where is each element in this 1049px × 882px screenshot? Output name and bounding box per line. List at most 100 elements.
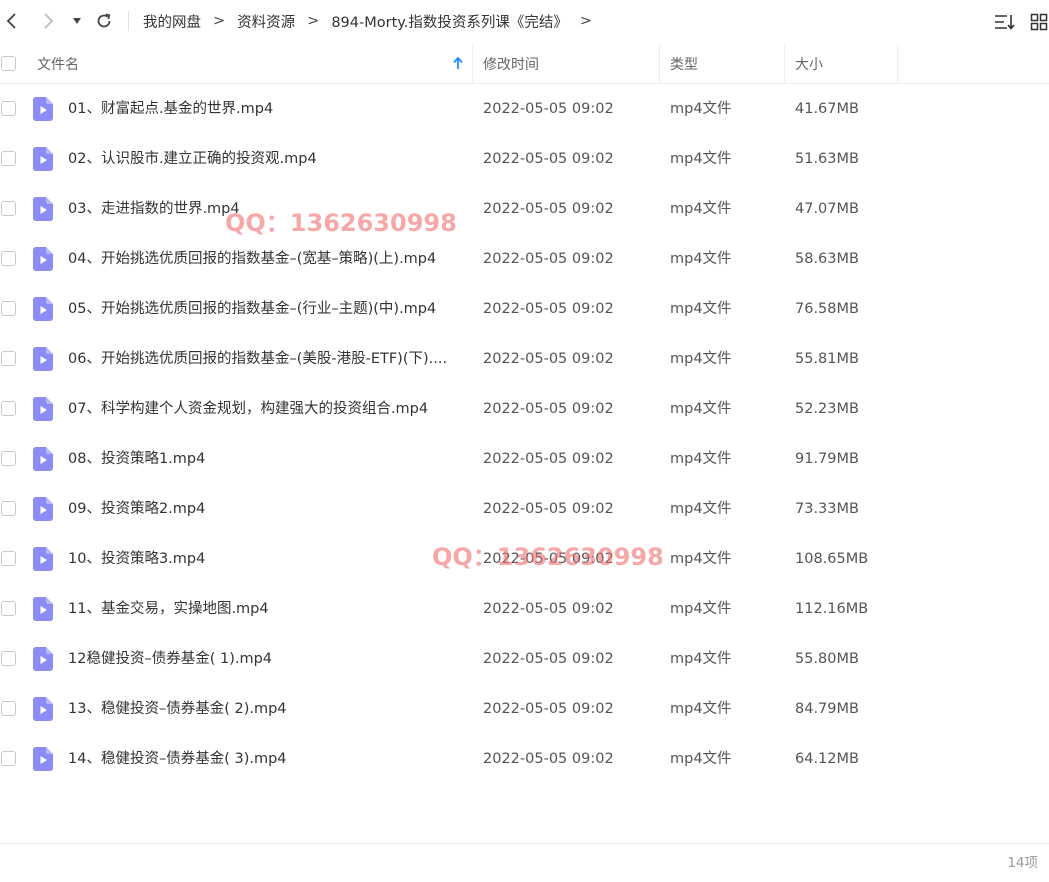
file-type: mp4文件 — [670, 601, 732, 617]
refresh-icon — [97, 13, 111, 28]
chevron-right-icon — [44, 13, 54, 29]
file-name[interactable]: 02、认识股市.建立正确的投资观.mp4 — [68, 134, 317, 184]
breadcrumb-item-my-drive[interactable]: 我的网盘 — [143, 11, 201, 32]
breadcrumb-separator: > — [213, 13, 226, 29]
file-name[interactable]: 01、财富起点.基金的世界.mp4 — [68, 84, 273, 134]
row-checkbox[interactable] — [1, 101, 16, 116]
breadcrumb-separator: > — [307, 13, 320, 29]
select-all-checkbox[interactable] — [1, 56, 16, 71]
row-checkbox[interactable] — [1, 701, 16, 716]
file-size: 84.79MB — [795, 701, 859, 717]
file-modified-time: 2022-05-05 09:02 — [483, 451, 614, 467]
file-size: 55.81MB — [795, 351, 859, 367]
table-row[interactable]: 11、基金交易，实操地图.mp4 2022-05-05 09:02 mp4文件 112… — [0, 584, 1049, 634]
file-list-header: 文件名 修改时间 类型 大小 — [0, 44, 1049, 84]
file-name[interactable]: 08、投资策略1.mp4 — [68, 434, 205, 484]
sort-list-icon — [995, 15, 1015, 30]
row-checkbox[interactable] — [1, 501, 16, 516]
file-name[interactable]: 03、走进指数的世界.mp4 — [68, 184, 240, 234]
file-name[interactable]: 05、开始挑选优质回报的指数基金–(行业–主题)(中).mp4 — [68, 284, 436, 334]
file-modified-time: 2022-05-05 09:02 — [483, 351, 614, 367]
row-checkbox[interactable] — [1, 751, 16, 766]
sort-button[interactable] — [993, 10, 1017, 34]
table-row[interactable]: 06、开始挑选优质回报的指数基金–(美股-港股-ETF)(下).... 2022-… — [0, 334, 1049, 384]
file-modified-time: 2022-05-05 09:02 — [483, 701, 614, 717]
forward-button[interactable] — [36, 8, 60, 34]
row-checkbox[interactable] — [1, 201, 16, 216]
row-checkbox[interactable] — [1, 651, 16, 666]
table-row[interactable]: 03、走进指数的世界.mp4 2022-05-05 09:02 mp4文件 47.07… — [0, 184, 1049, 234]
grid-view-icon — [1030, 13, 1048, 31]
video-file-icon — [33, 247, 53, 271]
column-divider[interactable] — [897, 44, 898, 83]
table-row[interactable]: 14、稳健投资–债券基金( 3).mp4 2022-05-05 09:02 mp4文… — [0, 734, 1049, 784]
table-row[interactable]: 04、开始挑选优质回报的指数基金–(宽基–策略)(上).mp4 2022-05-0… — [0, 234, 1049, 284]
row-checkbox[interactable] — [1, 351, 16, 366]
table-row[interactable]: 13、稳健投资–债券基金( 2).mp4 2022-05-05 09:02 mp4文… — [0, 684, 1049, 734]
table-row[interactable]: 05、开始挑选优质回报的指数基金–(行业–主题)(中).mp4 2022-05-0… — [0, 284, 1049, 334]
item-count: 14项 — [1007, 855, 1038, 871]
table-row[interactable]: 10、投资策略3.mp4 2022-05-05 09:02 mp4文件 108.65M… — [0, 534, 1049, 584]
file-name[interactable]: 10、投资策略3.mp4 — [68, 534, 205, 584]
video-file-icon — [33, 747, 53, 771]
column-header-type[interactable]: 类型 — [670, 44, 698, 83]
file-size: 58.63MB — [795, 251, 859, 267]
video-file-icon — [33, 347, 53, 371]
refresh-button[interactable] — [92, 8, 116, 34]
row-checkbox[interactable] — [1, 251, 16, 266]
breadcrumb-separator[interactable]: > — [580, 13, 592, 29]
file-modified-time: 2022-05-05 09:02 — [483, 601, 614, 617]
table-row[interactable]: 01、财富起点.基金的世界.mp4 2022-05-05 09:02 mp4文件 41… — [0, 84, 1049, 134]
video-file-icon — [33, 697, 53, 721]
file-name[interactable]: 09、投资策略2.mp4 — [68, 484, 205, 534]
table-row[interactable]: 09、投资策略2.mp4 2022-05-05 09:02 mp4文件 73.33MB — [0, 484, 1049, 534]
table-row[interactable]: 12稳健投资–债券基金( 1).mp4 2022-05-05 09:02 mp4文件… — [0, 634, 1049, 684]
column-divider[interactable] — [659, 44, 660, 83]
column-header-modified[interactable]: 修改时间 — [483, 44, 539, 83]
column-divider[interactable] — [784, 44, 785, 83]
row-checkbox[interactable] — [1, 151, 16, 166]
file-size: 76.58MB — [795, 301, 859, 317]
table-row[interactable]: 02、认识股市.建立正确的投资观.mp4 2022-05-05 09:02 mp4文… — [0, 134, 1049, 184]
file-name[interactable]: 07、科学构建个人资金规划，构建强大的投资组合.mp4 — [68, 384, 428, 434]
row-checkbox[interactable] — [1, 301, 16, 316]
file-name[interactable]: 04、开始挑选优质回报的指数基金–(宽基–策略)(上).mp4 — [68, 234, 436, 284]
breadcrumb: 我的网盘 > 资料资源 > 894-Morty.指数投资系列课《完结》 > — [143, 0, 604, 42]
column-header-name[interactable]: 文件名 — [37, 44, 79, 83]
video-file-icon — [33, 147, 53, 171]
status-footer: 14项 — [0, 843, 1049, 878]
file-type: mp4文件 — [670, 451, 732, 467]
file-type: mp4文件 — [670, 151, 732, 167]
video-file-icon — [33, 297, 53, 321]
file-type: mp4文件 — [670, 351, 732, 367]
back-button[interactable] — [0, 8, 24, 34]
row-checkbox[interactable] — [1, 551, 16, 566]
row-checkbox[interactable] — [1, 601, 16, 616]
file-size: 51.63MB — [795, 151, 859, 167]
file-modified-time: 2022-05-05 09:02 — [483, 751, 614, 767]
file-type: mp4文件 — [670, 301, 732, 317]
table-row[interactable]: 08、投资策略1.mp4 2022-05-05 09:02 mp4文件 91.79MB — [0, 434, 1049, 484]
file-type: mp4文件 — [670, 101, 732, 117]
row-checkbox[interactable] — [1, 451, 16, 466]
file-name[interactable]: 14、稳健投资–债券基金( 3).mp4 — [68, 734, 287, 784]
file-size: 73.33MB — [795, 501, 859, 517]
view-mode-button[interactable] — [1027, 10, 1049, 34]
breadcrumb-item-resources[interactable]: 资料资源 — [237, 11, 295, 32]
table-row[interactable]: 07、科学构建个人资金规划，构建强大的投资组合.mp4 2022-05-05 09… — [0, 384, 1049, 434]
file-name[interactable]: 11、基金交易，实操地图.mp4 — [68, 584, 269, 634]
file-size: 55.80MB — [795, 651, 859, 667]
file-name[interactable]: 06、开始挑选优质回报的指数基金–(美股-港股-ETF)(下).... — [68, 334, 447, 384]
row-checkbox[interactable] — [1, 401, 16, 416]
arrow-up-icon — [453, 56, 463, 69]
breadcrumb-item-current-folder[interactable]: 894-Morty.指数投资系列课《完结》 — [331, 11, 568, 32]
video-file-icon — [33, 447, 53, 471]
column-divider[interactable] — [472, 44, 473, 83]
history-dropdown-button[interactable] — [68, 8, 86, 34]
file-modified-time: 2022-05-05 09:02 — [483, 251, 614, 267]
file-name[interactable]: 13、稳健投资–债券基金( 2).mp4 — [68, 684, 287, 734]
file-size: 52.23MB — [795, 401, 859, 417]
file-name[interactable]: 12稳健投资–债券基金( 1).mp4 — [68, 634, 272, 684]
file-size: 47.07MB — [795, 201, 859, 217]
column-header-size[interactable]: 大小 — [795, 44, 823, 83]
